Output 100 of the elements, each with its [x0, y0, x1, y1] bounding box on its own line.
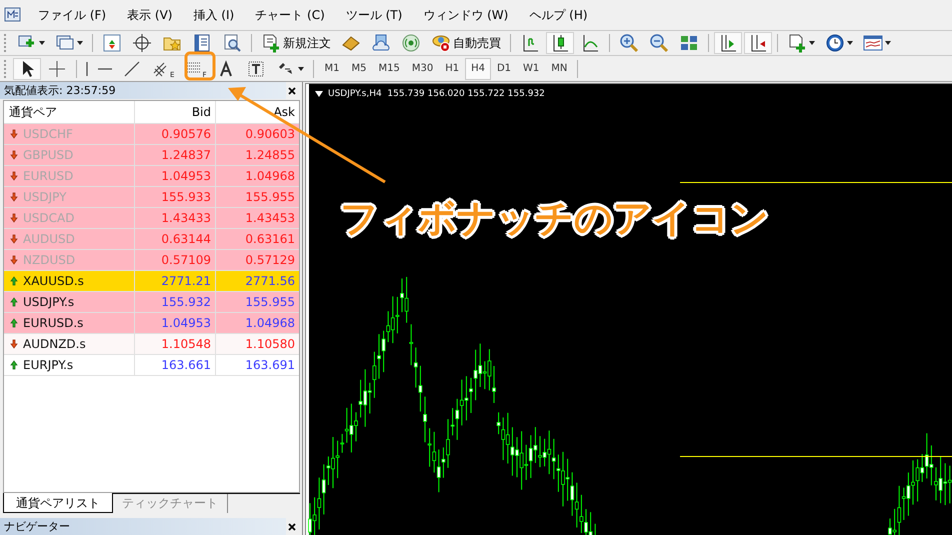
annotation-text: フィボナッチのアイコン	[340, 195, 769, 242]
signal-icon	[401, 33, 421, 53]
panel-title: 気配値表示: 23:57:59	[4, 83, 116, 98]
ask-price: 1.43453	[244, 210, 296, 227]
ask-price: 2771.56	[244, 273, 296, 290]
toolbar-button[interactable]	[13, 58, 41, 80]
clock-icon	[825, 33, 845, 53]
market-watch-icon	[102, 33, 122, 53]
quote-row[interactable]: USDJPY.s 155.932 155.955	[4, 292, 299, 313]
menu-item[interactable]: 挿入 (I)	[183, 6, 246, 24]
ask-price: 1.10580	[244, 336, 296, 353]
ask-price: 1.04968	[244, 315, 296, 332]
auto-trading-button[interactable]: 自動売買	[427, 32, 505, 54]
ask-price: 0.57129	[244, 252, 296, 269]
magnifier-chart-icon	[222, 33, 242, 53]
symbol-text: EURJPY.s	[23, 358, 74, 372]
bid-price: 1.24837	[135, 145, 216, 165]
bid-price: 0.57109	[135, 250, 216, 270]
triangle-icon	[315, 91, 323, 97]
bid-price: 1.04953	[135, 166, 216, 186]
panel-title: ナビゲーター	[4, 519, 70, 534]
bid-price: 0.63144	[135, 229, 216, 249]
toolbar-button[interactable]	[546, 32, 574, 54]
caret-icon	[847, 41, 853, 45]
symbol-text: AUDNZD.s	[23, 337, 86, 351]
symbol-text: EURUSD.s	[23, 316, 84, 330]
menu-item[interactable]: チャート (C)	[245, 6, 336, 24]
text-label-icon	[246, 58, 266, 78]
menu-item[interactable]: ヘルプ (H)	[519, 6, 599, 24]
trend-line-icon	[122, 58, 142, 78]
close-icon	[288, 86, 296, 94]
new-order-button[interactable]: 新規注文	[257, 32, 335, 54]
zoom-in-icon	[619, 33, 639, 53]
symbol-text: NZDUSD	[23, 253, 76, 267]
bid-price: 155.932	[135, 292, 216, 312]
bid-price: 1.10548	[135, 334, 216, 354]
timeframe-button[interactable]: H1	[439, 58, 466, 80]
template-icon	[863, 33, 883, 53]
symbol-text: USDJPY.s	[23, 295, 74, 309]
symbol-text: USDJPY	[23, 190, 66, 204]
ask-price: 155.955	[244, 294, 296, 311]
symbol-text: AUDUSD	[23, 232, 75, 246]
timeframe-button[interactable]: W1	[517, 58, 546, 80]
highlight-frame	[184, 52, 216, 80]
auto-trading-icon	[431, 33, 451, 53]
bid-price: 1.04953	[135, 313, 216, 333]
symbol-text: GBPUSD	[23, 148, 74, 162]
symbol-text: USDCAD	[23, 211, 74, 225]
caret-icon	[39, 41, 45, 45]
close-button[interactable]	[288, 86, 296, 94]
bid-price: 1.43433	[135, 208, 216, 228]
menu-item[interactable]: ファイル (F)	[28, 6, 118, 24]
quote-row[interactable]: AUDNZD.s 1.10548 1.10580	[4, 334, 299, 355]
zoom-out-icon	[649, 33, 669, 53]
column-header[interactable]: 通貨ペア	[4, 101, 135, 123]
timeframe-button[interactable]: MN	[545, 58, 574, 80]
column-header[interactable]: Bid	[135, 101, 216, 123]
bid-price: 0.90576	[135, 124, 216, 144]
chart-header: USDJPY.s,H4 155.739 156.020 155.722 155.932	[328, 89, 545, 99]
menu-item[interactable]: ツール (T)	[336, 6, 414, 24]
symbol-text: XAUUSD.s	[23, 274, 84, 288]
ask-price: 163.691	[244, 357, 296, 374]
menu-item[interactable]: ウィンドウ (W)	[413, 6, 520, 24]
history-cloud-icon	[371, 33, 391, 53]
caret-icon	[809, 41, 815, 45]
quote-row[interactable]: XAUUSD.s 2771.21 2771.56	[4, 271, 299, 292]
toolbar-button[interactable]	[744, 32, 772, 54]
ask-price: 155.955	[244, 189, 296, 206]
tab[interactable]: 通貨ペアリスト	[3, 493, 113, 513]
quote-row[interactable]: EURUSD.s 1.04953 1.04968	[4, 313, 299, 334]
crosshair-icon	[132, 33, 152, 53]
timeframe-button[interactable]: D1	[490, 58, 518, 80]
timeframe-button[interactable]: H4	[465, 58, 491, 80]
toolbar-button[interactable]	[714, 32, 742, 54]
timeframe-button[interactable]: M15	[372, 58, 406, 80]
timeframe-button[interactable]: M1	[318, 58, 346, 80]
timeframe-button[interactable]: M5	[345, 58, 372, 80]
quote-row[interactable]: EURJPY.s 163.661 163.691	[4, 355, 299, 376]
ask-price: 1.04968	[244, 168, 296, 185]
symbol-text: USDCHF	[23, 127, 73, 141]
caret-icon	[77, 41, 83, 45]
vertical-line-icon	[86, 62, 88, 76]
horizontal-line-icon	[98, 68, 112, 70]
crosshair-icon	[47, 58, 67, 78]
caret-icon	[885, 41, 891, 45]
bid-price: 155.933	[135, 187, 216, 207]
column-header[interactable]: Ask	[216, 101, 299, 123]
indicator-add-icon	[787, 33, 807, 53]
ask-price: 0.63161	[244, 231, 296, 248]
ask-price: 1.24855	[244, 147, 296, 164]
timeframe-button[interactable]: M30	[406, 58, 440, 80]
menu-item[interactable]: 表示 (V)	[117, 6, 184, 24]
close-button[interactable]	[288, 522, 296, 530]
symbol-text: EURUSD	[23, 169, 74, 183]
tile-windows-icon	[679, 33, 699, 53]
ask-price: 0.90603	[244, 126, 296, 143]
caret-icon	[298, 66, 304, 70]
close-icon	[288, 522, 296, 530]
app-logo-icon	[4, 7, 22, 23]
terminal-window-icon	[192, 33, 212, 53]
